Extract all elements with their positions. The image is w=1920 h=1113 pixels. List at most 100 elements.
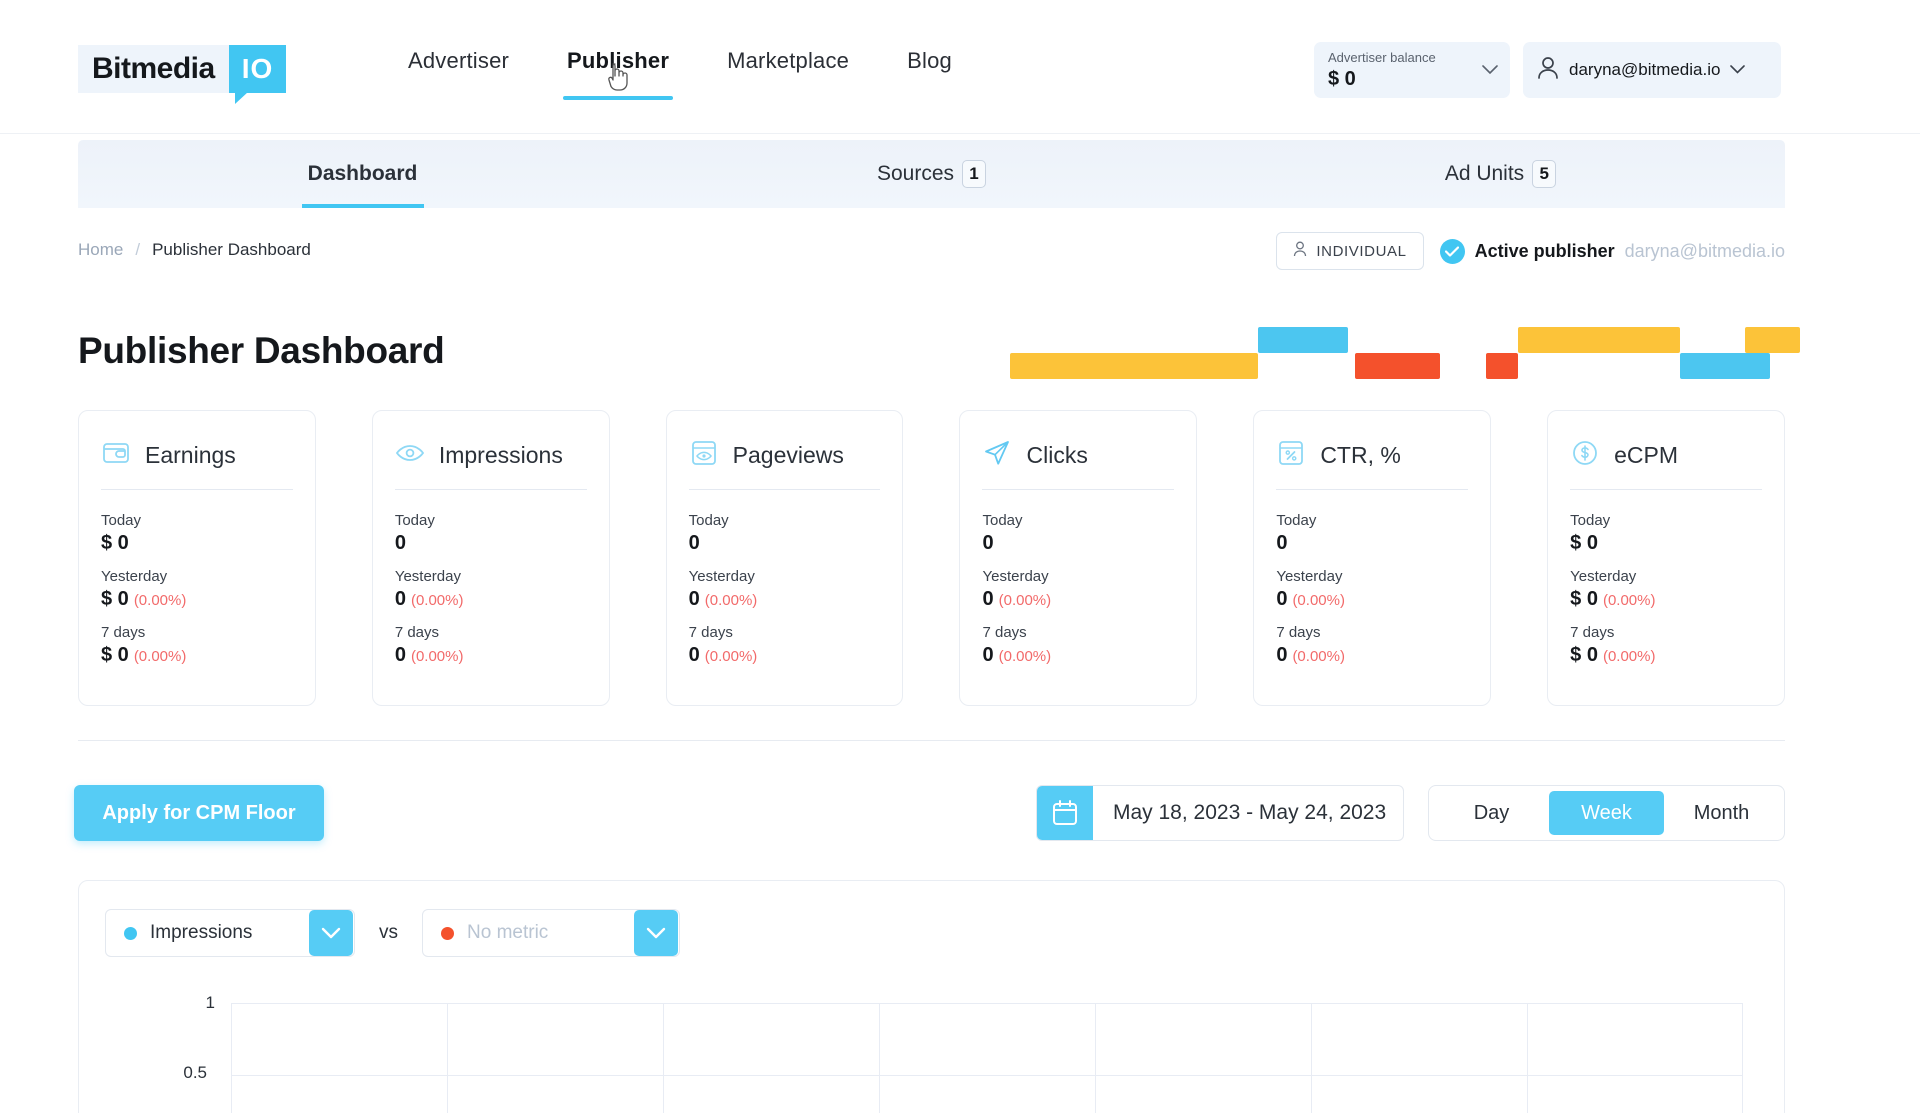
account-type-label: INDIVIDUAL [1316,242,1407,260]
metric-value: 0 (0.00%) [689,644,881,667]
chevron-down-icon [1482,62,1498,80]
stat-card-title: Clicks [1026,441,1088,468]
metric-value: $ 0 [101,532,293,555]
nav-item-marketplace[interactable]: Marketplace [727,48,849,100]
gridline-vertical [1095,1003,1096,1113]
metric-number: 0 [688,532,700,554]
publisher-status: Active publisher daryna@bitmedia.io [1439,238,1785,264]
chart-panel: Impressions vs No metric 1 0.5 [78,880,1785,1113]
gridline-vertical [447,1003,448,1113]
metric-label: Today [101,512,142,529]
metric-delta: (0.00%) [133,648,187,665]
granularity-month[interactable]: Month [1664,791,1779,835]
metric-delta: (0.00%) [133,592,187,609]
stat-cards-row: Earnings Today $ 0 Yesterday $ 0 (0.00%) … [78,410,1785,706]
stat-card-title: Pageviews [732,441,844,468]
top-header: Bitmedia IO Advertiser Publisher Marketp… [0,0,1920,134]
chart-plot-area [231,1003,1743,1113]
granularity-toggle: Day Week Month [1428,785,1785,841]
date-range-picker[interactable]: May 18, 2023 - May 24, 2023 [1036,785,1404,841]
user-avatar-icon [1537,56,1559,85]
decor-block [1745,327,1800,353]
apply-cpm-floor-button[interactable]: Apply for CPM Floor [74,785,324,841]
metric-value: 0 (0.00%) [395,644,587,667]
stat-card-title: CTR, % [1320,441,1401,468]
metric-delta: (0.00%) [704,592,758,609]
divider [101,489,293,490]
metric-delta: (0.00%) [1602,648,1656,665]
page-title: Publisher Dashboard [78,330,445,371]
main-nav: Advertiser Publisher Marketplace Blog [408,48,952,100]
metric-number: 0 [1276,644,1288,666]
brand-suffix: IO [228,45,287,104]
primary-metric-select[interactable]: Impressions [105,909,355,957]
publisher-dashboard-page: Bitmedia IO Advertiser Publisher Marketp… [0,0,1920,1113]
divider [1570,489,1762,490]
breadcrumb-current: Publisher Dashboard [152,240,311,259]
metric-value: 0 [1276,532,1468,555]
metric-number: 0 [982,588,994,610]
decor-block [1258,327,1348,353]
tab-dashboard-label: Dashboard [307,162,418,185]
person-icon [1293,241,1307,261]
primary-metric-label: Impressions [150,922,253,943]
nav-item-publisher[interactable]: Publisher [563,48,674,100]
metric-value: 0 [395,532,587,555]
y-axis-tick-1: 1 [205,993,215,1012]
metric-label: Today [1276,512,1317,529]
decor-block [1486,353,1518,379]
account-type-badge[interactable]: INDIVIDUAL [1276,232,1424,270]
check-circle-icon [1439,238,1465,264]
metric-value: 0 (0.00%) [689,588,881,611]
nav-item-blog[interactable]: Blog [907,48,952,100]
section-divider [78,740,1785,741]
metric-number: 0 [394,588,406,610]
granularity-day[interactable]: Day [1434,791,1549,835]
metric-value: $ 0 (0.00%) [101,588,293,611]
metric-label: 7 days [394,624,440,641]
tab-sources-label: Sources [876,162,955,185]
metric-label: Today [394,512,435,529]
cursor-arrow-icon [982,438,1012,473]
tab-sources[interactable]: Sources 1 [647,140,1216,208]
metric-value: 0 (0.00%) [982,588,1174,611]
metric-value: 0 (0.00%) [1276,644,1468,667]
brand-logo[interactable]: Bitmedia IO [78,45,287,104]
wallet-icon [101,438,131,473]
breadcrumb-home[interactable]: Home [78,240,123,260]
metric-delta: (0.00%) [410,648,464,665]
chevron-down-icon[interactable] [309,910,353,956]
chevron-down-icon[interactable] [634,910,678,956]
tab-ad-units-badge: 5 [1532,160,1557,189]
metric-number: 0 [394,644,406,666]
metric-delta: (0.00%) [410,592,464,609]
nav-item-advertiser[interactable]: Advertiser [408,48,509,100]
browser-eye-icon [689,438,719,473]
metric-delta: (0.00%) [704,648,758,665]
metric-delta: (0.00%) [998,648,1052,665]
metric-label: Yesterday [394,568,461,585]
secondary-metric-select[interactable]: No metric [422,909,680,957]
granularity-week[interactable]: Week [1549,791,1664,835]
user-menu[interactable]: daryna@bitmedia.io [1523,42,1781,98]
metric-number: 0 [394,532,406,554]
publisher-status-email: daryna@bitmedia.io [1624,240,1785,261]
calendar-icon [1037,786,1093,840]
divider [1276,489,1469,490]
metric-label: Yesterday [982,568,1049,585]
tab-ad-units[interactable]: Ad Units 5 [1216,140,1785,208]
metric-value: 0 (0.00%) [982,644,1174,667]
stat-card-title: Earnings [145,441,236,468]
metric-number: $ 0 [101,588,129,610]
gridline-vertical [1311,1003,1312,1113]
metric-label: 7 days [1276,624,1321,641]
decor-block [1355,353,1440,379]
stat-card-impressions: Impressions Today 0 Yesterday 0 (0.00%) 7… [371,410,610,706]
metric-number: 0 [688,588,700,610]
metric-number: 0 [1276,532,1288,554]
metric-number: $ 0 [1570,588,1598,610]
secondary-metric-color-dot [441,926,454,940]
advertiser-balance-menu[interactable]: Advertiser balance $ 0 [1314,42,1510,98]
tab-dashboard[interactable]: Dashboard [78,140,647,208]
metric-value: 0 (0.00%) [395,588,587,611]
